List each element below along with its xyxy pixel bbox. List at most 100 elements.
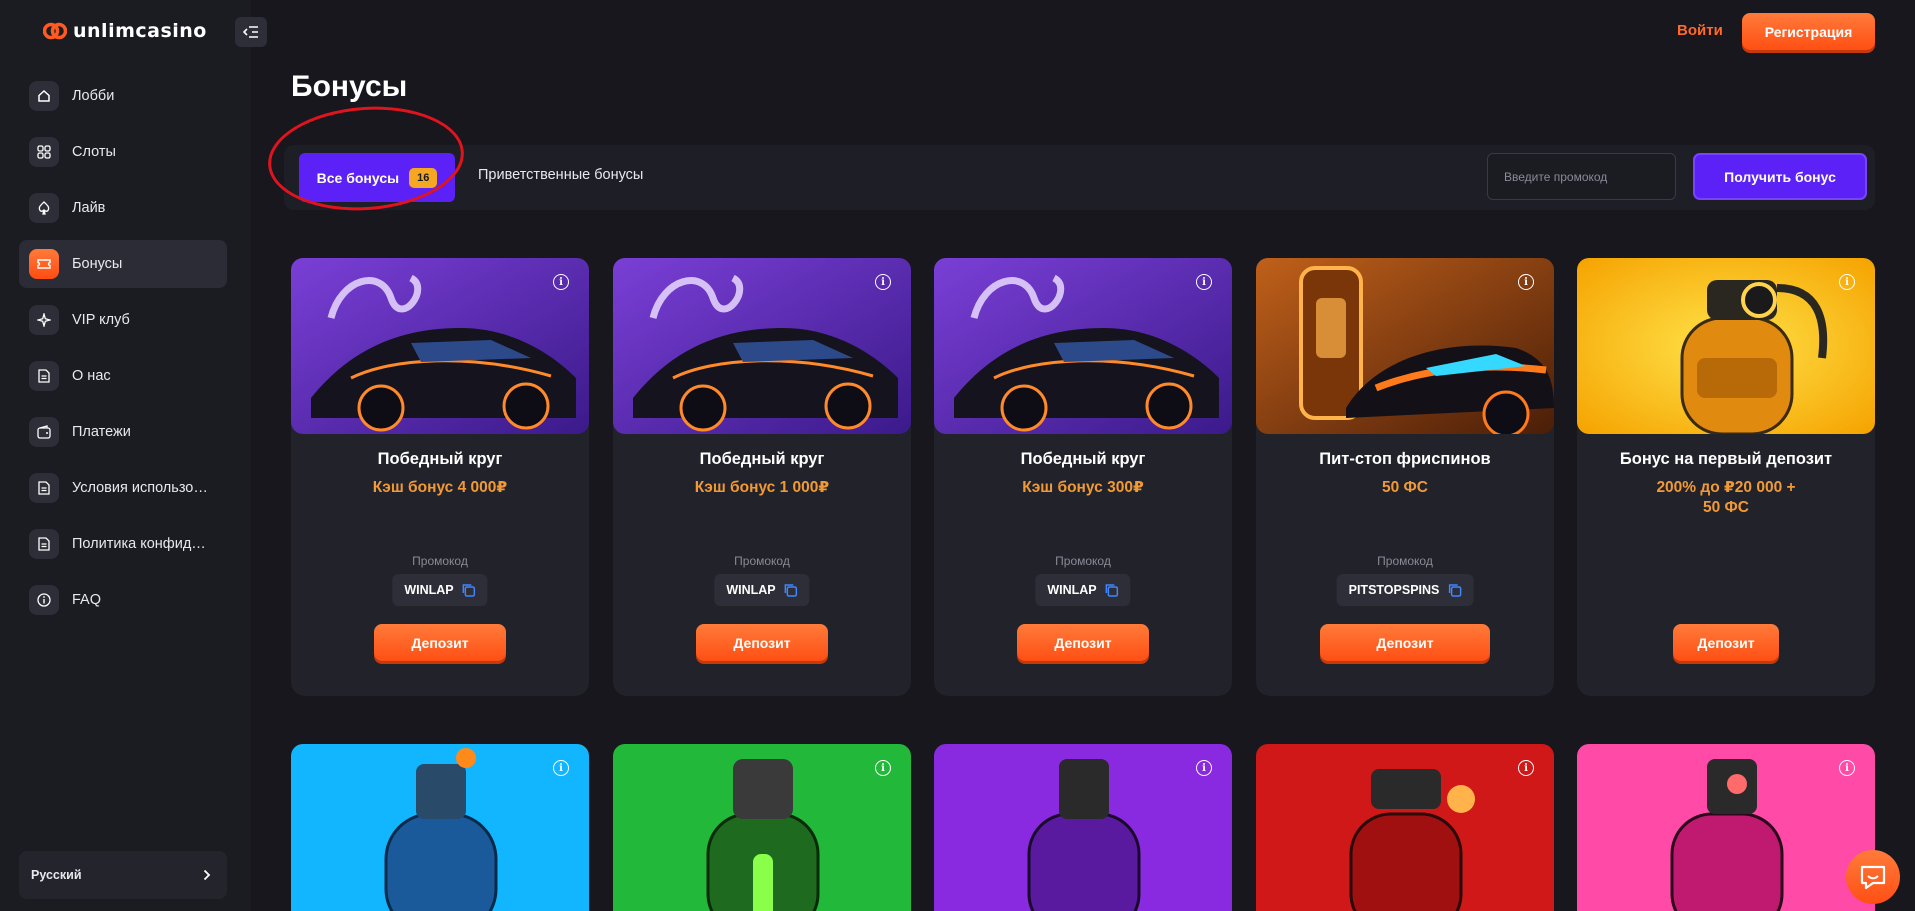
- sidebar-item-faq[interactable]: FAQ: [19, 576, 227, 624]
- sidebar-item-label: Лайв: [72, 200, 106, 216]
- sidebar-item-about[interactable]: О нас: [19, 352, 227, 400]
- sidebar-item-label: VIP клуб: [72, 312, 130, 328]
- support-chat-button[interactable]: [1846, 850, 1900, 904]
- fuel-tank-purple-illustration: [934, 744, 1232, 911]
- sidebar-item-label: О нас: [72, 368, 111, 384]
- deposit-button[interactable]: Депозит: [374, 624, 506, 661]
- tab-welcome-bonuses[interactable]: Приветственные бонусы: [478, 167, 643, 183]
- sidebar: unlimcasino Лобби Слоты Лайв Бонусы VIP …: [0, 0, 251, 911]
- bonus-card: i Победный круг Кэш бонус 1 000₽ Промоко…: [613, 258, 911, 696]
- logo-icon: [43, 22, 67, 40]
- info-icon[interactable]: i: [1839, 274, 1855, 290]
- copy-icon[interactable]: [1447, 583, 1462, 597]
- collapse-sidebar-button[interactable]: [235, 17, 267, 47]
- sidebar-item-slots[interactable]: Слоты: [19, 128, 227, 176]
- deposit-button[interactable]: Депозит: [1320, 624, 1490, 661]
- sidebar-item-label: Лобби: [72, 88, 115, 104]
- promocode-label: Промокод: [412, 554, 468, 568]
- copy-icon[interactable]: [462, 583, 476, 597]
- ticket-icon: [29, 249, 59, 279]
- bonus-card: i: [613, 744, 911, 911]
- get-bonus-button[interactable]: Получить бонус: [1693, 153, 1867, 200]
- fuel-tank-pink-illustration: [1577, 744, 1875, 911]
- spade-icon: [29, 193, 59, 223]
- sidebar-item-live[interactable]: Лайв: [19, 184, 227, 232]
- deposit-button[interactable]: Депозит: [1017, 624, 1149, 661]
- info-icon[interactable]: i: [1518, 760, 1534, 776]
- deposit-button[interactable]: Депозит: [1673, 624, 1779, 661]
- tab-all-bonuses[interactable]: Все бонусы 16: [299, 153, 455, 202]
- page-title: Бонусы: [291, 70, 408, 103]
- sidebar-item-terms[interactable]: Условия использова...: [19, 464, 227, 512]
- info-icon[interactable]: i: [1196, 274, 1212, 290]
- sidebar-item-lobby[interactable]: Лобби: [19, 72, 227, 120]
- info-icon[interactable]: i: [1196, 760, 1212, 776]
- collapse-menu-icon: [243, 26, 258, 38]
- bonus-card-title: Победный круг: [1020, 450, 1146, 468]
- bonus-card: i Победный круг Кэш бонус 300₽ Промокод …: [934, 258, 1232, 696]
- bonus-card-subtitle: Кэш бонус 300₽: [1022, 479, 1144, 496]
- info-icon[interactable]: i: [1518, 274, 1534, 290]
- bonus-card-image: [613, 744, 911, 911]
- sidebar-item-bonuses[interactable]: Бонусы: [19, 240, 227, 288]
- promocode-value: WINLAP: [1047, 583, 1097, 597]
- sidebar-nav: Лобби Слоты Лайв Бонусы VIP клуб О нас П…: [19, 72, 227, 632]
- document-icon: [29, 473, 59, 503]
- info-icon[interactable]: i: [875, 274, 891, 290]
- sidebar-item-label: Слоты: [72, 144, 116, 160]
- bonus-card: i: [934, 744, 1232, 911]
- bonus-card-image: [1256, 744, 1554, 911]
- sidebar-item-vip[interactable]: VIP клуб: [19, 296, 227, 344]
- info-icon[interactable]: i: [875, 760, 891, 776]
- race-car-illustration: [291, 258, 589, 434]
- login-link[interactable]: Войти: [1677, 22, 1723, 39]
- sidebar-item-label: Политика конфиден...: [72, 536, 212, 552]
- promocode-value: PITSTOPSPINS: [1348, 583, 1440, 597]
- promocode-input[interactable]: [1487, 153, 1676, 200]
- promocode-chip[interactable]: WINLAP: [392, 574, 488, 606]
- bonus-card: i Победный круг Кэш бонус 4 000₽ Промоко…: [291, 258, 589, 696]
- grid-icon: [29, 137, 59, 167]
- bonus-card: i: [1256, 744, 1554, 911]
- wallet-icon: [29, 417, 59, 447]
- register-button[interactable]: Регистрация: [1742, 13, 1875, 50]
- promocode-value: WINLAP: [726, 583, 776, 597]
- copy-icon[interactable]: [784, 583, 798, 597]
- language-selector[interactable]: Русский: [19, 851, 227, 899]
- copy-icon[interactable]: [1105, 583, 1119, 597]
- race-car-illustration: [934, 258, 1232, 434]
- bonus-card-image: [934, 258, 1232, 434]
- bonus-count-badge: 16: [409, 167, 438, 188]
- info-icon[interactable]: i: [553, 274, 569, 290]
- info-icon: [29, 585, 59, 615]
- promocode-chip[interactable]: WINLAP: [714, 574, 810, 606]
- logo[interactable]: unlimcasino: [43, 20, 207, 42]
- bonus-card-title: Победный круг: [699, 450, 825, 468]
- sidebar-item-privacy[interactable]: Политика конфиден...: [19, 520, 227, 568]
- deposit-button[interactable]: Депозит: [696, 624, 828, 661]
- bonus-card-subtitle: Кэш бонус 4 000₽: [372, 479, 508, 496]
- info-icon[interactable]: i: [553, 760, 569, 776]
- bonus-card-subtitle-line: 200% до ₽20 000 +: [1656, 479, 1796, 496]
- bonus-card-subtitle-line: 50 ФС: [1703, 499, 1749, 516]
- race-car-illustration: [613, 258, 911, 434]
- bonus-card-image: [291, 744, 589, 911]
- fuel-tank-red-illustration: [1256, 744, 1554, 911]
- info-icon[interactable]: i: [1839, 760, 1855, 776]
- bonus-card: i: [291, 744, 589, 911]
- promocode-chip[interactable]: PITSTOPSPINS: [1336, 574, 1474, 606]
- sidebar-item-payments[interactable]: Платежи: [19, 408, 227, 456]
- pitstop-illustration: [1256, 258, 1554, 434]
- tab-all-bonuses-label: Все бонусы: [316, 169, 400, 186]
- chat-icon: [1860, 865, 1886, 890]
- bonus-card-image: [1577, 258, 1875, 434]
- bonus-card-subtitle: 50 ФС: [1382, 479, 1428, 496]
- bonus-card: i: [1577, 744, 1875, 911]
- logo-text: unlimcasino: [73, 20, 207, 42]
- bonus-card-image: [613, 258, 911, 434]
- promocode-label: Промокод: [1055, 554, 1111, 568]
- bonus-card-title: Бонус на первый депозит: [1619, 450, 1833, 468]
- promocode-label: Промокод: [734, 554, 790, 568]
- bonus-card-image: [1256, 258, 1554, 434]
- promocode-chip[interactable]: WINLAP: [1035, 574, 1131, 606]
